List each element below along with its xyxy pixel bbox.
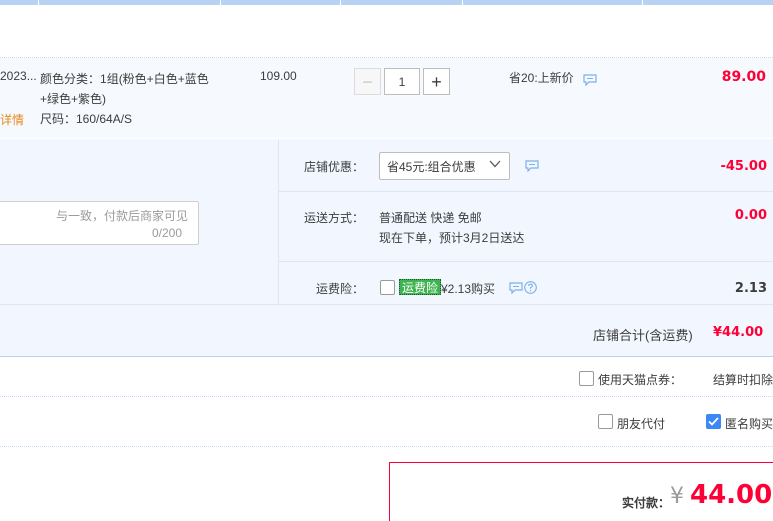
seller-message-placeholder: 与一致，付款后商家可见 [55,209,188,223]
panel-divider [278,140,279,304]
panel-divider [279,261,773,262]
insurance-label: 运费险： [316,282,365,296]
quantity-increase-button[interactable]: + [423,68,450,95]
sku-color-value: 1组(粉色+白色+蓝色 [100,72,209,86]
shipping-label: 运送方式： [304,211,365,225]
shop-discount-selected: 省45元:组合优惠 [387,160,476,174]
shipping-method: 普通配送 快递 免邮 [379,211,482,225]
insurance-checkbox[interactable] [380,280,395,295]
seller-message-counter: 0/200 [152,226,183,240]
item-detail-link[interactable]: 详情 [0,111,24,128]
unit-price: 109.00 [260,69,297,83]
insurance-price: ¥2.13购买 [441,282,496,296]
shop-total-label: 店铺合计(含运费) [593,328,693,343]
friend-pay-label: 朋友代付 [617,417,666,431]
insurance-amount: 2.13 [734,281,767,296]
shop-discount-label: 店铺优惠： [304,160,365,174]
row-divider [0,396,773,397]
anonymous-checkbox[interactable] [706,414,721,429]
tmall-points-checkbox[interactable] [579,371,594,386]
tmall-points-label: 使用天猫点券： [598,373,683,387]
checkmark-icon [708,417,719,426]
shop-discount-amount: -45.00 [720,159,767,174]
payment-amount: 44.00 [690,480,773,510]
chat-icon[interactable] [509,282,523,294]
item-sku: 颜色分类：1组(粉色+白色+蓝色 +绿色+紫色) 尺码：160/64A/S [40,69,235,129]
table-header-strip [0,0,773,5]
sku-color-label: 颜色分类： [40,72,101,86]
item-title[interactable]: 2023... [0,69,38,83]
panel-divider [279,191,773,192]
panel-divider [0,304,773,305]
shipping-amount: 0.00 [734,208,767,223]
column-divider [38,0,39,5]
anonymous-label: 匿名购买 [725,417,773,431]
column-divider [642,0,643,5]
chevron-down-icon [489,160,501,168]
column-divider [340,0,341,5]
column-divider [220,0,221,5]
help-icon[interactable] [524,281,537,294]
chat-icon[interactable] [583,74,597,86]
friend-pay-checkbox[interactable] [598,414,613,429]
sku-color-value-cont: +绿色+紫色) [40,92,107,106]
payment-label: 实付款： [622,496,671,510]
item-subtotal: 89.00 [721,69,766,85]
shipping-eta: 现在下单，预计3月2日送达 [379,231,525,245]
item-promo-text: 省20:上新价 [509,71,574,85]
shop-total-amount: ¥44.00 [713,325,764,340]
column-divider [462,0,463,5]
tmall-points-note: 结算时扣除 [713,373,773,387]
quantity-input[interactable] [384,68,420,95]
quantity-decrease-button[interactable]: − [354,68,381,95]
chat-icon[interactable] [525,160,539,172]
insurance-badge: 运费险 [399,279,442,295]
currency-symbol: ¥ [670,484,684,509]
sku-size: 尺码：160/64A/S [40,112,133,126]
row-divider [0,446,773,447]
